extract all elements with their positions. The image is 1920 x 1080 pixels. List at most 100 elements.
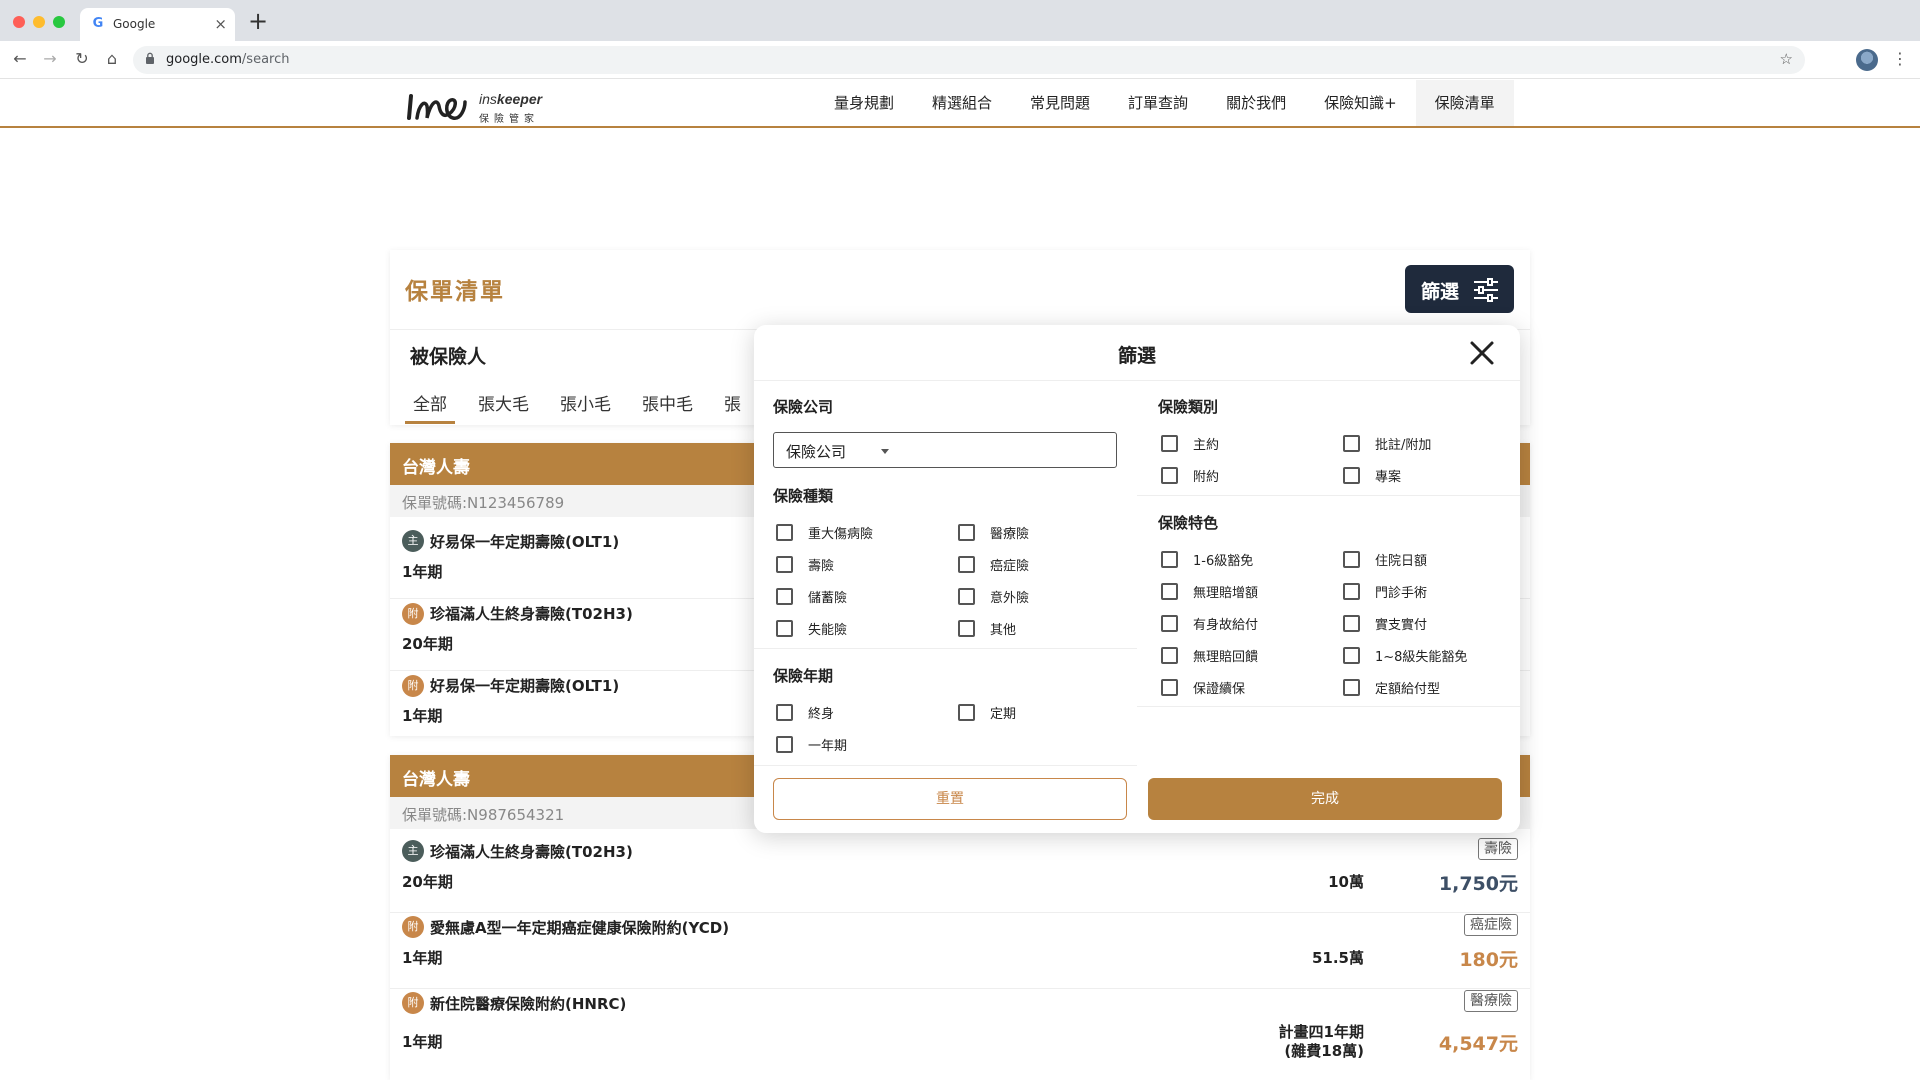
policy-item[interactable]: 主 珍福滿人生終身壽險(T02H3) 20年期 10萬 壽險 1,750元 (390, 837, 1530, 913)
checkbox-box[interactable] (1343, 467, 1360, 484)
checkbox-box[interactable] (1161, 551, 1178, 568)
filter-checkbox[interactable]: 保證續保 (1161, 678, 1245, 697)
filter-checkbox[interactable]: 定額給付型 (1343, 678, 1440, 697)
back-icon[interactable]: ← (8, 47, 32, 71)
checkbox-box[interactable] (1343, 551, 1360, 568)
filter-checkbox[interactable]: 無理賠增額 (1161, 582, 1258, 601)
lock-icon (146, 52, 154, 64)
checkbox-box[interactable] (1343, 647, 1360, 664)
checkbox-box[interactable] (1161, 615, 1178, 632)
close-icon[interactable] (1468, 339, 1496, 367)
checkbox-label: 保證續保 (1193, 682, 1246, 697)
nav-item[interactable]: 精選組合 (913, 80, 1011, 126)
filter-checkbox[interactable]: 1-6級豁免 (1161, 550, 1253, 569)
filter-checkbox[interactable]: 門診手術 (1343, 582, 1427, 601)
close-tab-icon[interactable]: × (214, 15, 227, 33)
checkbox-box[interactable] (776, 620, 793, 637)
filter-checkbox[interactable]: 定期 (958, 703, 1016, 722)
address-bar[interactable]: google.com/search ☆ (133, 46, 1805, 74)
browser-menu-icon[interactable]: ⋮ (1892, 49, 1908, 69)
filter-checkbox[interactable]: 失能險 (776, 619, 847, 638)
checkbox-box[interactable] (1161, 647, 1178, 664)
checkbox-box[interactable] (776, 704, 793, 721)
new-tab-button[interactable]: + (248, 8, 268, 34)
checkbox-label: 意外險 (990, 591, 1030, 606)
filter-checkbox[interactable]: 1~8級失能豁免 (1343, 646, 1467, 665)
checkbox-box[interactable] (958, 524, 975, 541)
checkbox-label: 重大傷病險 (808, 527, 874, 542)
rider-badge: 附 (402, 675, 424, 697)
checkbox-box[interactable] (958, 704, 975, 721)
checkbox-box[interactable] (1161, 435, 1178, 452)
person-tab[interactable]: 全部 (405, 390, 455, 424)
product-term: 1年期 (402, 1033, 443, 1051)
checkbox-label: 醫療險 (990, 527, 1030, 542)
filter-checkbox[interactable]: 批註/附加 (1343, 434, 1431, 453)
product-name: 好易保一年定期壽險(OLT1) (430, 677, 620, 695)
filter-checkbox[interactable]: 附約 (1161, 466, 1219, 485)
checkbox-box[interactable] (776, 524, 793, 541)
checkbox-box[interactable] (958, 556, 975, 573)
person-tab[interactable]: 張 (716, 390, 749, 424)
checkbox-box[interactable] (1161, 583, 1178, 600)
nav-item[interactable]: 關於我們 (1207, 80, 1305, 126)
policy-number-text: 保單號碼:N987654321 (402, 806, 565, 824)
checkbox-box[interactable] (1343, 679, 1360, 696)
filter-button[interactable]: 篩選 (1405, 265, 1514, 313)
nav-item[interactable]: 保險清單 (1415, 80, 1514, 126)
window-close-button[interactable] (13, 16, 25, 28)
forward-icon[interactable]: → (38, 47, 62, 71)
checkbox-box[interactable] (776, 736, 793, 753)
checkbox-box[interactable] (1343, 583, 1360, 600)
checkbox-box[interactable] (958, 588, 975, 605)
filter-checkbox[interactable]: 有身故給付 (1161, 614, 1258, 633)
nav-item[interactable]: 常見問題 (1011, 80, 1109, 126)
done-button[interactable]: 完成 (1148, 778, 1502, 820)
home-icon[interactable]: ⌂ (100, 47, 124, 71)
filter-checkbox[interactable]: 專案 (1343, 466, 1401, 485)
policy-number-text: 保單號碼:N123456789 (402, 494, 565, 512)
filter-checkbox[interactable]: 主約 (1161, 434, 1219, 453)
browser-tab[interactable]: G Google × (80, 8, 235, 41)
filter-checkbox[interactable]: 終身 (776, 703, 834, 722)
checkbox-box[interactable] (1161, 679, 1178, 696)
insured-label: 被保險人 (410, 346, 487, 368)
nav-item[interactable]: 訂單查詢 (1109, 80, 1207, 126)
checkbox-box[interactable] (776, 556, 793, 573)
checkbox-box[interactable] (776, 588, 793, 605)
filter-checkbox[interactable]: 醫療險 (958, 523, 1029, 542)
policy-item[interactable]: 附 新住院醫療保險附約(HNRC) 1年期 計畫四1年期 (雜費18萬) 醫療險… (390, 989, 1530, 1080)
checkbox-box[interactable] (958, 620, 975, 637)
bookmark-star-icon[interactable]: ☆ (1780, 50, 1793, 68)
nav-item[interactable]: 量身規劃 (815, 80, 913, 126)
insurance-type-tag: 醫療險 (1464, 990, 1518, 1012)
person-tab[interactable]: 張大毛 (470, 390, 537, 424)
company-select[interactable]: 保險公司 (773, 432, 1117, 468)
nav-item[interactable]: 保險知識+ (1305, 80, 1416, 126)
filter-checkbox[interactable]: 癌症險 (958, 555, 1029, 574)
checkbox-label: 批註/附加 (1375, 438, 1432, 453)
window-zoom-button[interactable] (53, 16, 65, 28)
filter-checkbox[interactable]: 重大傷病險 (776, 523, 873, 542)
checkbox-box[interactable] (1343, 435, 1360, 452)
person-tab[interactable]: 張中毛 (634, 390, 701, 424)
reset-button[interactable]: 重置 (773, 778, 1127, 820)
policy-item[interactable]: 附 愛無慮A型一年定期癌症健康保險附約(YCD) 1年期 51.5萬 癌症險 1… (390, 913, 1530, 989)
profile-avatar[interactable] (1856, 49, 1878, 71)
window-minimize-button[interactable] (33, 16, 45, 28)
checkbox-box[interactable] (1161, 467, 1178, 484)
filter-checkbox[interactable]: 住院日額 (1343, 550, 1427, 569)
checkbox-label: 附約 (1193, 470, 1220, 485)
filter-checkbox[interactable]: 實支實付 (1343, 614, 1427, 633)
filter-checkbox[interactable]: 無理賠回饋 (1161, 646, 1258, 665)
filter-checkbox[interactable]: 一年期 (776, 735, 847, 754)
filter-checkbox[interactable]: 其他 (958, 619, 1016, 638)
reload-icon[interactable]: ↻ (70, 47, 94, 71)
filter-checkbox[interactable]: 儲蓄險 (776, 587, 847, 606)
url-text: google.com/search (166, 52, 290, 67)
filter-checkbox[interactable]: 意外險 (958, 587, 1029, 606)
person-tab[interactable]: 張小毛 (552, 390, 619, 424)
filter-checkbox[interactable]: 壽險 (776, 555, 834, 574)
checkbox-box[interactable] (1343, 615, 1360, 632)
site-logo[interactable]: inskeeper 保險管家 (405, 86, 545, 126)
